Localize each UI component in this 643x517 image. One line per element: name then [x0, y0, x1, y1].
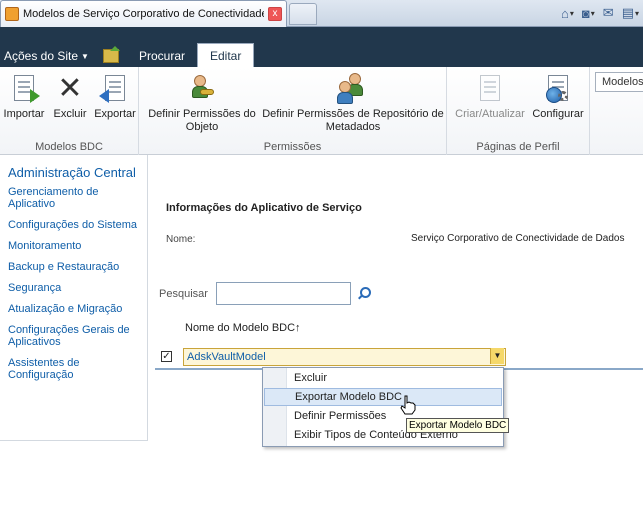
configure-button[interactable]: Configurar — [529, 73, 587, 121]
tab-editar[interactable]: Editar — [196, 43, 255, 67]
ribbon-group-label: Páginas de Perfil — [476, 141, 560, 153]
row-checkbox[interactable]: ✓ — [161, 351, 172, 362]
browser-tab[interactable]: Modelos de Serviço Corporativo de Conect… — [0, 0, 287, 27]
nav-item-general-app-settings[interactable]: Configurações Gerais de Aplicativos — [8, 324, 139, 348]
ribbon-group-bdc-models: Importar ✕ Excluir Exportar Modelos BDC — [0, 67, 139, 155]
page-root: Modelos de Serviço Corporativo de Conect… — [0, 0, 643, 517]
mail-icon: ✉ — [602, 5, 614, 20]
print-icon: ▤ — [621, 5, 634, 20]
nav-title-central-admin[interactable]: Administração Central — [8, 165, 139, 180]
import-button[interactable]: Importar — [2, 73, 46, 121]
close-tab-icon[interactable]: x — [268, 7, 282, 21]
set-metadata-store-permissions-icon — [337, 73, 369, 105]
tooltip: Exportar Modelo BDC — [406, 418, 510, 433]
export-button[interactable]: Exportar — [92, 73, 138, 121]
nav-item-system-settings[interactable]: Configurações do Sistema — [8, 219, 139, 231]
browser-tabstrip: Modelos de Serviço Corporativo de Conect… — [0, 0, 643, 27]
set-object-permissions-icon — [186, 73, 218, 105]
import-icon — [8, 73, 40, 105]
chevron-down-icon: ▼ — [81, 51, 89, 61]
chevron-down-icon[interactable]: ▼ — [490, 348, 504, 364]
name-label: Nome: — [166, 234, 196, 245]
export-icon — [99, 73, 131, 105]
menu-item-delete[interactable]: Excluir — [264, 369, 502, 387]
new-tab-button[interactable] — [289, 3, 317, 25]
nav-item-backup-restore[interactable]: Backup e Restauração — [8, 261, 139, 273]
column-header-bdc-model-name[interactable]: Nome do Modelo BDC↑ — [185, 322, 301, 334]
hand-cursor-icon — [400, 395, 416, 415]
ribbon-group-label: Modelos BDC — [35, 141, 103, 153]
configure-label: Configurar — [532, 108, 584, 120]
home-button[interactable]: ⌂ ▾ — [561, 6, 574, 21]
search-label: Pesquisar — [159, 288, 208, 300]
ribbon-group-label: Permissões — [263, 141, 322, 153]
feeds-button[interactable]: ◙ ▾ — [582, 6, 595, 21]
delete-icon: ✕ — [57, 72, 83, 105]
chevron-down-icon[interactable]: ▾ — [591, 9, 595, 18]
search-input[interactable] — [216, 282, 351, 305]
delete-button[interactable]: ✕ Excluir — [50, 73, 90, 121]
browser-tab-title: Modelos de Serviço Corporativo de Conect… — [23, 8, 264, 20]
export-label: Exportar — [94, 108, 136, 120]
site-actions-label: Ações do Site — [4, 49, 79, 63]
print-button[interactable]: ▤ ▾ — [622, 5, 639, 21]
set-object-permissions-button[interactable]: Definir Permissões do Objeto — [147, 73, 257, 134]
home-icon: ⌂ — [561, 5, 569, 21]
nav-item-configuration-wizards[interactable]: Assistentes de Configuração — [8, 357, 139, 381]
create-update-button[interactable]: Criar/Atualizar — [453, 73, 527, 121]
navigate-up-icon[interactable] — [102, 46, 120, 63]
search-icon[interactable] — [357, 286, 371, 300]
left-navigation: Administração Central Gerenciamento de A… — [0, 155, 148, 440]
nav-item-security[interactable]: Segurança — [8, 282, 139, 294]
ribbon-group-permissions: Definir Permissões do Objeto Definir Per… — [139, 67, 447, 155]
view-selector[interactable]: Modelos — [595, 72, 643, 92]
create-update-label: Criar/Atualizar — [455, 108, 525, 120]
browser-command-bar: ⌂ ▾ ◙ ▾ ✉ ▤ ▾ — [561, 3, 639, 23]
nav-item-monitoring[interactable]: Monitoramento — [8, 240, 139, 252]
import-label: Importar — [3, 108, 45, 120]
set-metadata-store-permissions-button[interactable]: Definir Permissões de Repositório de Met… — [261, 73, 445, 134]
item-context-menu: Excluir Exportar Modelo BDC Definir Perm… — [262, 367, 504, 447]
nav-item-application-management[interactable]: Gerenciamento de Aplicativo — [8, 186, 139, 210]
section-title: Informações do Aplicativo de Serviço — [166, 202, 362, 214]
site-actions-menu[interactable]: Ações do Site ▼ — [0, 49, 95, 67]
chevron-down-icon[interactable]: ▾ — [635, 9, 639, 18]
rss-feed-icon: ◙ — [581, 5, 590, 21]
set-metadata-store-permissions-label: Definir Permissões de Repositório de Met… — [262, 108, 444, 133]
configure-icon — [542, 73, 574, 105]
sharepoint-favicon-icon — [5, 7, 19, 21]
ribbon-tab-row: Ações do Site ▼ Procurar Editar — [0, 43, 255, 67]
bdc-model-name-link[interactable]: AdskVaultModel — [183, 348, 506, 366]
nav-divider — [0, 440, 148, 441]
menu-item-export-bdc-model[interactable]: Exportar Modelo BDC — [264, 388, 502, 406]
delete-label: Excluir — [53, 108, 87, 120]
ribbon: Importar ✕ Excluir Exportar Modelos BDC … — [0, 67, 643, 155]
mail-button[interactable]: ✉ — [603, 5, 614, 21]
create-update-icon — [474, 73, 506, 105]
name-value: Serviço Corporativo de Conectividade de … — [411, 233, 625, 244]
nav-item-upgrade-migration[interactable]: Atualização e Migração — [8, 303, 139, 315]
tab-procurar[interactable]: Procurar — [127, 49, 197, 67]
set-object-permissions-label: Definir Permissões do Objeto — [148, 108, 256, 133]
ribbon-group-profile-pages: Criar/Atualizar Configurar Páginas de Pe… — [447, 67, 590, 155]
chevron-down-icon[interactable]: ▾ — [570, 9, 574, 18]
